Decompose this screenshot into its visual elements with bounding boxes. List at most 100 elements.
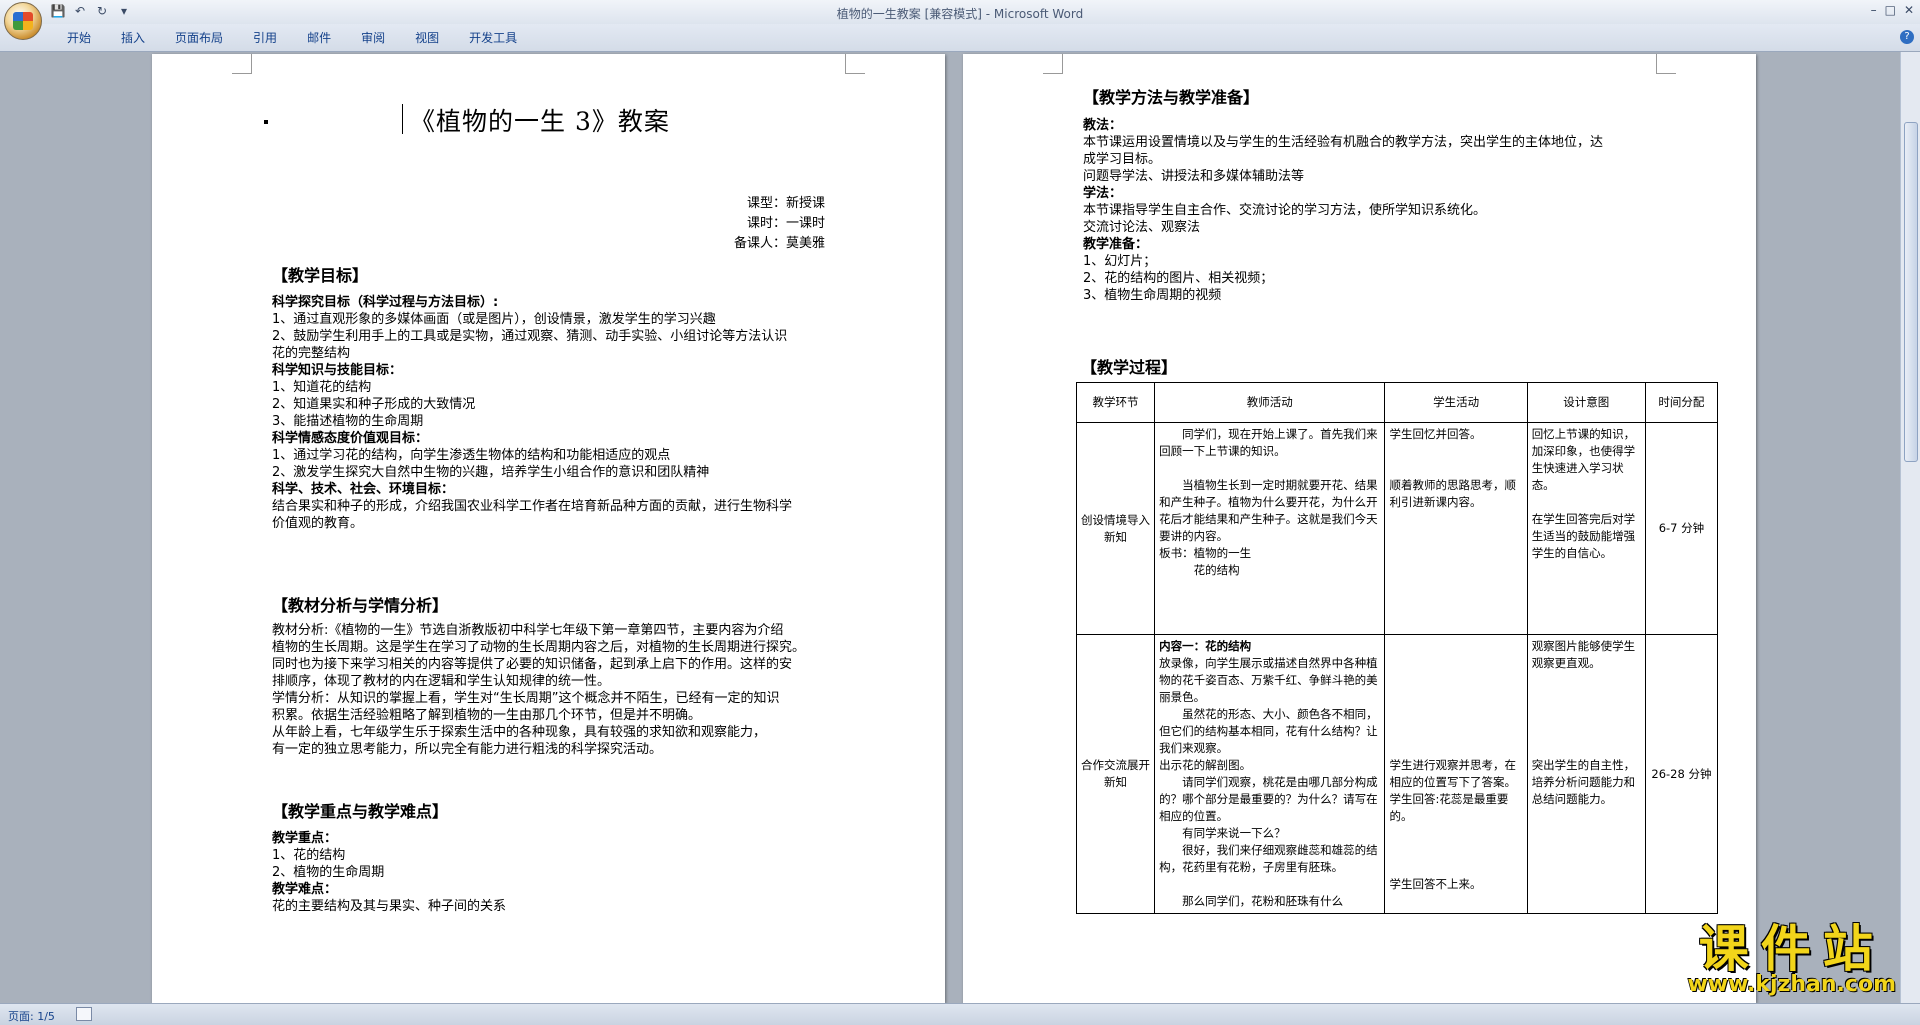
table-cell[interactable]: 学生进行观察并思考，在相应的位置写下了答案。 学生回答:花蕊是最重要的。 学生回答不… [1384, 634, 1528, 914]
table-cell[interactable]: 内容一：花的结构放录像，向学生展示或描述自然界中各种植物的花千姿百态、万紫千红、… [1154, 634, 1386, 914]
cell-paragraph: 在学生回答完后对学生适当的鼓励能增强学生的自信心。 [1531, 512, 1636, 560]
ribbon-tab[interactable]: 插入 [106, 30, 160, 46]
text-line: 学情分析：从知识的掌握上看，学生对“生长周期”这个概念并不陌生，已经有一定的知识 [272, 691, 780, 706]
text-line: 本节课运用设置情境以及与学生的生活经验有机融合的教学方法，突出学生的主体地位，达 [1083, 135, 1604, 150]
page-indicator[interactable]: 页面: 1/5 [8, 1008, 55, 1024]
text-line: 同时也为接下来学习相关的内容等提供了必要的知识储备，起到承上启下的作用。这样的安 [272, 657, 793, 672]
cell-paragraph [1389, 638, 1522, 655]
cell-paragraph [1389, 825, 1522, 842]
text-line: 2、鼓励学生利用手上的工具或是实物，通过观察、猜测、动手实验、小组讨论等方法认识 [272, 329, 788, 344]
text-line: 1、知道花的结构 [272, 380, 372, 395]
text-line: 2、激发学生探究大自然中生物的兴趣，培养学生小组合作的意识和团队精神 [272, 465, 710, 480]
section-heading: 【教材分析与学情分析】 [272, 596, 449, 615]
text-line: 花的主要结构及其与果实、种子间的关系 [272, 899, 507, 914]
ribbon-tab[interactable]: 开始 [52, 30, 106, 46]
table-cell[interactable]: 学生回忆并回答。 顺着教师的思路思考，顺利引进新课内容。 [1384, 422, 1528, 635]
cell-paragraph: 学生回忆并回答。 [1389, 427, 1482, 441]
meta-line: 备课人：莫美雅 [733, 236, 825, 251]
text-line: 1、幻灯片； [1083, 254, 1157, 269]
crop-mark [1656, 54, 1676, 74]
text-line: 2、知道果实和种子形成的大致情况 [272, 397, 476, 412]
cell-paragraph [1159, 876, 1380, 893]
cell-text: 创设情境导入新知 [1081, 512, 1151, 544]
cell-paragraph: 学生回答:花蕊是最重要的。 [1389, 792, 1509, 823]
ribbon-tab[interactable]: 视图 [400, 30, 454, 46]
cell-paragraph [1389, 842, 1522, 859]
table-header-row: 教学环节 教师活动 学生活动 设计意图 时间分配 [1075, 382, 1719, 423]
table-cell[interactable]: 同学们，现在开始上课了。首先我们来回顾一下上节课的知识。 当植物生长到一定时期就… [1154, 422, 1386, 635]
cell-paragraph: 同学们，现在开始上课了。首先我们来回顾一下上节课的知识。 [1159, 427, 1378, 458]
ribbon-tab[interactable]: 邮件 [292, 30, 346, 46]
section-heading: 【教学目标】 [272, 266, 369, 285]
cell-paragraph [1389, 672, 1522, 689]
text-line: 有一定的独立思考能力，所以完全有能力进行粗浅的科学探究活动。 [272, 742, 663, 757]
cell-paragraph [1389, 443, 1522, 460]
cell-paragraph [1532, 494, 1641, 511]
text-line: 科学知识与技能目标： [272, 363, 403, 378]
scrollbar-thumb[interactable] [1904, 122, 1918, 462]
text-line: 科学情感态度价值观目标： [272, 431, 429, 446]
status-bar: 页面: 1/5 [0, 1003, 1920, 1025]
table-cell[interactable]: 26-28 分钟 [1644, 634, 1719, 914]
text-line: 交流讨论法、观察法 [1083, 220, 1201, 235]
cell-paragraph [1389, 689, 1522, 706]
close-icon[interactable]: ✕ [1904, 3, 1914, 17]
text-line: 从年龄上看，七年级学生乐于探索生活中的各种现象，具有较强的求知欲和观察能力， [272, 725, 767, 740]
text-line: 1、花的结构 [272, 848, 346, 863]
table-header: 时间分配 [1644, 382, 1719, 423]
cell-paragraph: 放录像，向学生展示或描述自然界中各种植物的花千姿百态、万紫千红、争鲜斗艳的美丽景… [1159, 656, 1378, 704]
table-header: 教学环节 [1075, 382, 1156, 423]
table-cell[interactable]: 6-7 分钟 [1644, 422, 1719, 635]
cell-text: 6-7 分钟 [1658, 521, 1705, 535]
bullet-mark [264, 120, 268, 124]
text-line: 3、能描述植物的生命周期 [272, 414, 424, 429]
ribbon-tab[interactable]: 开发工具 [454, 30, 532, 46]
text-line: 学法： [1083, 186, 1123, 201]
document-title: 《植物的一生 3》教案 [410, 107, 670, 136]
text-line: 教学准备： [1083, 237, 1149, 252]
table-cell[interactable]: 创设情境导入新知 [1075, 422, 1156, 635]
cell-paragraph: 突出学生的自主性，培养分析问题能力和总结问题能力。 [1531, 758, 1636, 806]
document-page-2[interactable]: 【教学方法与教学准备】 教法： 本节课运用设置情境以及与学生的生活经验有机融合的教… [963, 54, 1756, 1003]
office-button[interactable] [4, 2, 42, 40]
ribbon-tab[interactable]: 审阅 [346, 30, 400, 46]
watermark-logo: 课件站 www.kjzhan.com [1687, 922, 1896, 997]
text-line: 结合果实和种子的形成，介绍我国农业科学工作者在培育新品种方面的贡献，进行生物科学 [272, 499, 793, 514]
meta-line: 课时：一课时 [746, 216, 825, 231]
cell-paragraph: 观察图片能够使学生观察更直观。 [1531, 639, 1636, 670]
maximize-icon[interactable]: □ [1885, 3, 1896, 17]
cell-paragraph: 很好，我们来仔细观察雌蕊和雄蕊的结构，花药里有花粉，子房里有胚珠。 [1159, 843, 1378, 874]
proofing-icon[interactable] [76, 1007, 92, 1021]
document-page-1[interactable]: 《植物的一生 3》教案 课型：新授课 课时：一课时 备课人：莫美雅 【教学目标】… [152, 54, 945, 1003]
table-row: 合作交流展开新知 内容一：花的结构 放录像，向学生展示或描述自然界中各种植物的花千姿… [1075, 634, 1719, 914]
cell-paragraph [1389, 723, 1522, 740]
text-line: 科学、技术、社会、环境目标： [272, 482, 455, 497]
section-heading: 【教学过程】 [1081, 358, 1178, 377]
table-cell[interactable]: 合作交流展开新知 [1075, 634, 1156, 914]
cell-paragraph: 学生进行观察并思考，在相应的位置写下了答案。 [1389, 758, 1516, 789]
ribbon-tab[interactable]: 页面布局 [160, 30, 238, 46]
cell-paragraph: 当植物生长到一定时期就要开花、结果和产生种子。植物为什么要开花，为什么开花后才能… [1159, 478, 1378, 543]
window-title: 植物的一生教案 [兼容模式] - Microsoft Word [836, 7, 1084, 21]
ribbon-tab[interactable]: 引用 [238, 30, 292, 46]
help-icon[interactable]: ? [1900, 30, 1914, 44]
cell-paragraph [1389, 655, 1522, 672]
minimize-icon[interactable]: – [1871, 3, 1877, 17]
text-cursor [402, 104, 403, 134]
cell-paragraph [1389, 740, 1522, 757]
cell-text: 合作交流展开新知 [1081, 758, 1151, 789]
table-cell[interactable]: 回忆上节课的知识，加深印象，也使得学生快速进入学习状态。 在学生回答完后对学生适当… [1526, 422, 1646, 635]
text-line: 3、植物生命周期的视频 [1083, 288, 1222, 303]
watermark-text: 课件站 [1698, 920, 1885, 978]
window-controls: – □ ✕ [1871, 3, 1914, 17]
crop-mark [1043, 54, 1063, 74]
cell-paragraph: 出示花的解剖图。 [1159, 758, 1252, 772]
title-bar: 💾 ↶ ↻ ▾ 植物的一生教案 [兼容模式] - Microsoft Word … [0, 0, 1920, 24]
ribbon-tabs: 开始 插入 页面布局 引用 邮件 审阅 视图 开发工具 [52, 30, 532, 46]
document-workspace: 《植物的一生 3》教案 课型：新授课 课时：一课时 备课人：莫美雅 【教学目标】… [0, 52, 1900, 1003]
vertical-scrollbar[interactable] [1900, 52, 1920, 1003]
cell-paragraph [1389, 460, 1522, 477]
cell-paragraph: 内容一：花的结构 [1159, 639, 1252, 653]
text-line: 教法： [1083, 118, 1123, 133]
table-cell[interactable]: 观察图片能够使学生观察更直观。突出学生的自主性，培养分析问题能力和总结问题能力。 [1526, 634, 1646, 914]
